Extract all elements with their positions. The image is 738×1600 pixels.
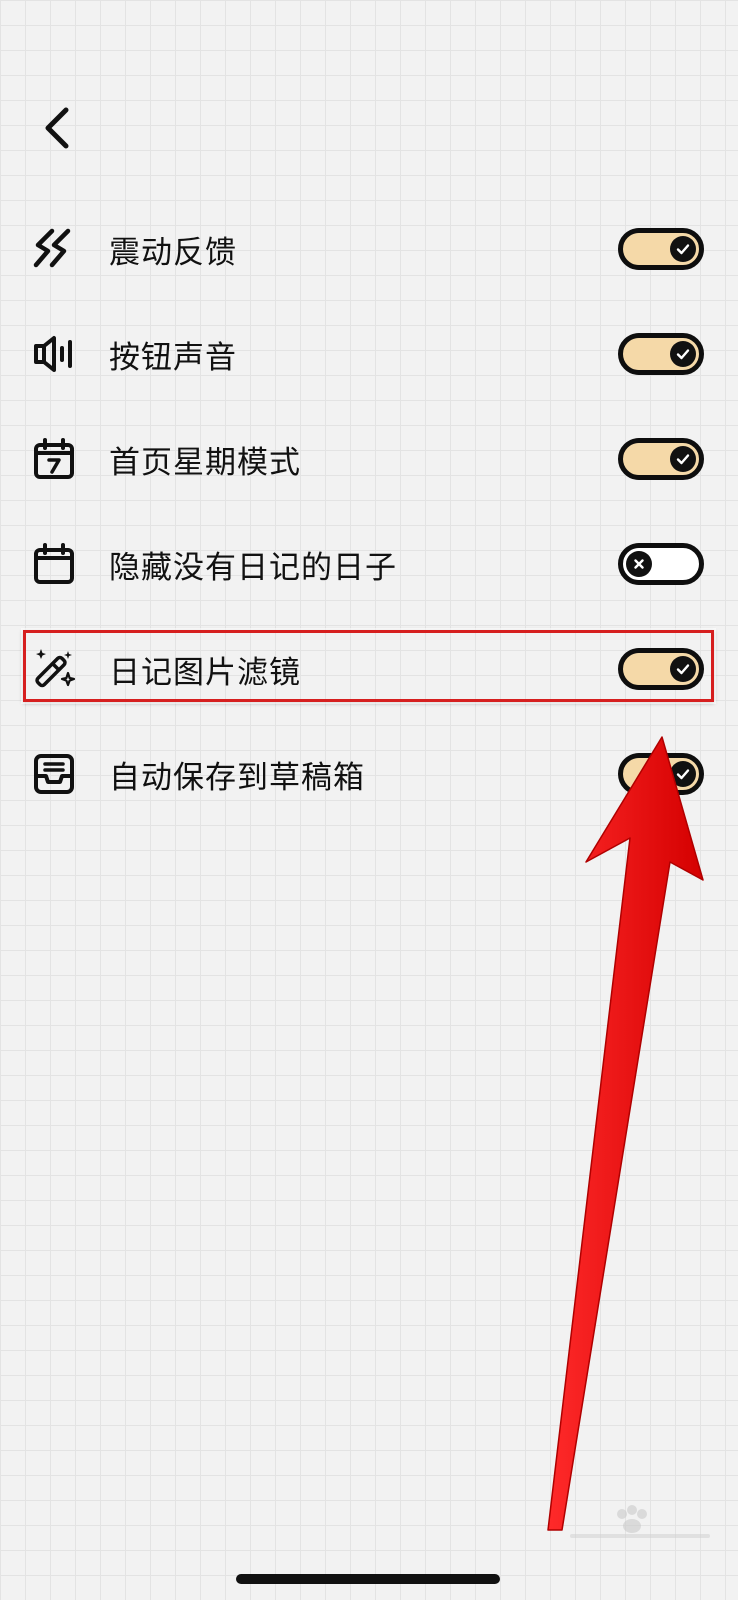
auto-save-draft-toggle[interactable] xyxy=(618,753,704,795)
back-button[interactable] xyxy=(28,100,84,156)
setting-row-auto-save-draft: 自动保存到草稿箱 xyxy=(0,729,738,819)
setting-label: 震动反馈 xyxy=(109,234,237,271)
check-icon xyxy=(670,236,696,262)
button-sound-toggle[interactable] xyxy=(618,333,704,375)
setting-label: 日记图片滤镜 xyxy=(109,654,301,691)
image-filter-toggle[interactable] xyxy=(618,648,704,690)
setting-row-week-mode: 首页星期模式 xyxy=(0,414,738,504)
inbox-tray-icon xyxy=(30,750,78,798)
hide-empty-days-toggle[interactable] xyxy=(618,543,704,585)
calendar-week-icon xyxy=(30,435,78,483)
speaker-icon xyxy=(30,330,78,378)
setting-row-vibration: 震动反馈 xyxy=(0,204,738,294)
magic-wand-icon xyxy=(30,645,78,693)
baidu-watermark-logo xyxy=(570,1505,710,1538)
calendar-icon xyxy=(30,540,78,588)
setting-label: 自动保存到草稿箱 xyxy=(109,759,365,796)
setting-label: 按钮声音 xyxy=(109,339,237,376)
setting-row-hide-empty-days: 隐藏没有日记的日子 xyxy=(0,519,738,609)
setting-label: 首页星期模式 xyxy=(109,444,301,481)
setting-row-image-filter: 日记图片滤镜 xyxy=(0,624,738,714)
check-icon xyxy=(670,341,696,367)
check-icon xyxy=(670,761,696,787)
home-indicator[interactable] xyxy=(236,1574,500,1584)
vibration-toggle[interactable] xyxy=(618,228,704,270)
chevron-left-icon xyxy=(45,107,69,149)
vibration-icon xyxy=(30,225,78,273)
setting-row-button-sound: 按钮声音 xyxy=(0,309,738,399)
setting-label: 隐藏没有日记的日子 xyxy=(109,549,397,586)
week-mode-toggle[interactable] xyxy=(618,438,704,480)
close-icon xyxy=(626,551,652,577)
check-icon xyxy=(670,446,696,472)
check-icon xyxy=(670,656,696,682)
